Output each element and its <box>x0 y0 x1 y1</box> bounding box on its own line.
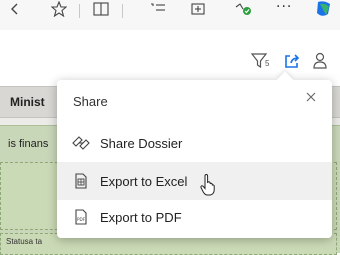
copilot-icon[interactable] <box>313 0 335 20</box>
user-icon[interactable] <box>309 50 331 72</box>
export-excel-label: Export to Excel <box>100 173 188 189</box>
export-excel-item[interactable]: Export to Excel <box>57 162 332 200</box>
hand-cursor-icon <box>200 173 216 196</box>
export-pdf-label: Export to PDF <box>100 209 182 225</box>
panel-bottom-text: Statusa ta <box>6 237 43 246</box>
popup-title: Share <box>73 94 108 109</box>
close-icon[interactable] <box>303 89 319 105</box>
share-icon[interactable] <box>281 50 303 72</box>
toolbar-separator <box>79 4 80 18</box>
favorites-list-icon[interactable] <box>147 0 169 20</box>
table-header-text: Minist <box>10 95 45 109</box>
share-dossier-label: Share Dossier <box>100 135 183 151</box>
collections-icon[interactable] <box>187 0 209 20</box>
filter-count-badge: 5 <box>265 59 270 68</box>
extensions-icon[interactable] <box>232 0 254 20</box>
toolbar-separator <box>122 4 123 18</box>
panel-row-text: is finans <box>8 138 49 150</box>
back-icon[interactable] <box>4 0 26 20</box>
browser-toolbar: ··· <box>0 0 340 31</box>
svg-text:PDF: PDF <box>77 217 86 222</box>
excel-icon <box>72 172 90 190</box>
split-screen-icon[interactable] <box>90 0 112 20</box>
favorites-icon[interactable] <box>48 0 70 20</box>
share-dossier-icon <box>72 134 90 152</box>
share-dossier-item[interactable]: Share Dossier <box>57 124 332 162</box>
share-popup: Share Share Dossier Export to Excel PDF … <box>57 80 332 238</box>
filter-icon[interactable]: 5 <box>250 50 272 72</box>
more-icon[interactable]: ··· <box>276 0 292 15</box>
pdf-icon: PDF <box>72 208 90 226</box>
export-pdf-item[interactable]: PDF Export to PDF <box>57 198 332 236</box>
